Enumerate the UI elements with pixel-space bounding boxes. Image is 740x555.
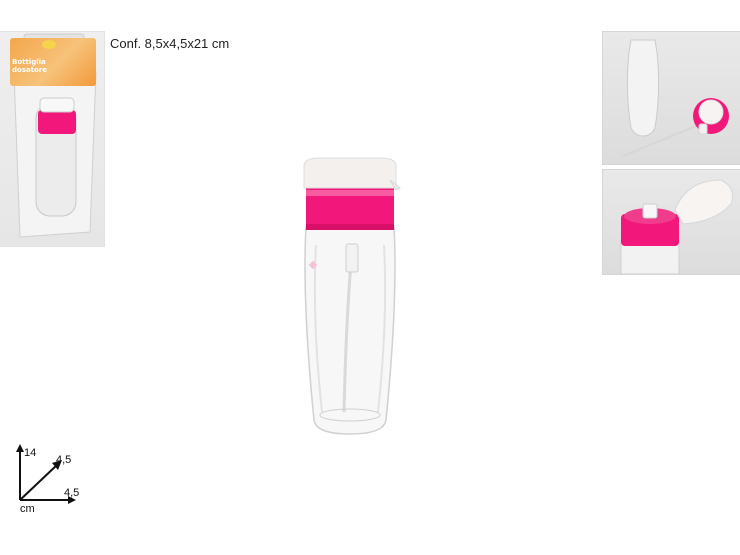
main-product-image bbox=[280, 150, 420, 450]
package-label-line2: dosatore bbox=[12, 66, 48, 74]
lid-detail-icon bbox=[620, 179, 734, 275]
lid-detail-photo bbox=[603, 170, 740, 275]
depth-dimension-label: 4,5 bbox=[56, 454, 72, 466]
height-dimension-label: 14 bbox=[24, 447, 37, 459]
width-dimension-label: 4,5 bbox=[64, 487, 80, 499]
package-dimensions-text: Conf. 8,5x4,5x21 cm bbox=[110, 36, 230, 51]
dispenser-bottle-icon bbox=[303, 157, 401, 435]
package-label-text: Bottiglia dosatore bbox=[12, 58, 72, 74]
package-label-line1: Bottiglia bbox=[12, 58, 46, 66]
pump-detail-icon bbox=[622, 39, 729, 157]
unit-label: cm bbox=[20, 503, 35, 515]
brand-logo-icon bbox=[42, 40, 56, 49]
pump-detail-photo bbox=[603, 32, 740, 164]
